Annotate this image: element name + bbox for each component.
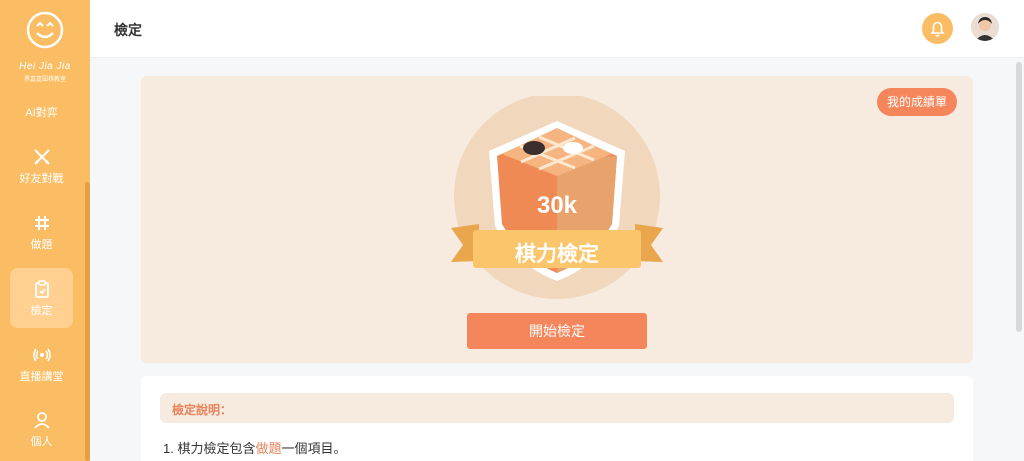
smiley-logo-icon: [26, 11, 64, 49]
clipboard-icon: [34, 280, 49, 298]
sidebar-item-label: 直播講堂: [19, 371, 64, 383]
crossed-swords-icon: [33, 149, 50, 165]
sidebar-item-exam[interactable]: 檢定: [10, 268, 73, 328]
banner-text: 棋力檢定: [515, 243, 599, 266]
my-report-button[interactable]: 我的成績單: [877, 88, 957, 116]
brand-logo[interactable]: Hei Jia Jia 黑嘉嘉圍棋教室: [0, 10, 90, 83]
person-icon: [33, 412, 50, 429]
sidebar: Hei Jia Jia 黑嘉嘉圍棋教室 AI對弈 好友對戰 做題 檢定 直播講堂: [0, 0, 90, 461]
user-avatar-icon: [971, 13, 999, 41]
description-title: 檢定說明：: [172, 403, 233, 417]
avatar[interactable]: [971, 13, 999, 41]
brand-subtitle: 黑嘉嘉圍棋教室: [23, 77, 66, 83]
description-prefix: 1. 棋力檢定包含: [163, 441, 256, 456]
page-title: 檢定: [114, 22, 142, 38]
level-text: 30k: [536, 192, 578, 219]
sidebar-item-label: AI對弈: [25, 107, 58, 119]
sidebar-item-live-class[interactable]: 直播講堂: [10, 346, 73, 406]
start-exam-button[interactable]: 開始檢定: [467, 313, 647, 349]
top-header: 檢定: [90, 0, 1024, 58]
level-badge: 30k 棋力檢定: [447, 93, 667, 306]
sidebar-item-label: 好友對戰: [19, 173, 64, 185]
problems-link[interactable]: 做題: [255, 441, 281, 456]
sidebar-item-label: 檢定: [30, 305, 53, 317]
description-suffix: 一個項目。: [281, 441, 347, 456]
exam-card: 我的成績單 30k 棋力檢定 開始檢定: [141, 76, 973, 363]
notification-button[interactable]: [922, 13, 953, 44]
description-header: 檢定說明：: [160, 393, 954, 423]
description-card: 檢定說明： 1. 棋力檢定包含做題一個項目。: [141, 376, 973, 461]
sidebar-item-profile[interactable]: 個人: [10, 411, 73, 461]
page-scrollbar[interactable]: [1016, 62, 1022, 332]
bell-icon: [930, 21, 945, 37]
brand-name: Hei Jia Jia: [19, 61, 71, 72]
sidebar-scrollbar[interactable]: [85, 182, 90, 461]
sidebar-item-ai-play[interactable]: AI對弈: [10, 104, 73, 124]
sidebar-item-label: 做題: [30, 239, 53, 251]
sidebar-item-friend-battle[interactable]: 好友對戰: [10, 148, 73, 208]
hash-icon: [34, 216, 49, 230]
broadcast-icon: [32, 348, 51, 362]
sidebar-item-problems[interactable]: 做題: [10, 214, 73, 274]
description-line: 1. 棋力檢定包含做題一個項目。: [163, 438, 347, 457]
sidebar-item-label: 個人: [30, 436, 53, 448]
